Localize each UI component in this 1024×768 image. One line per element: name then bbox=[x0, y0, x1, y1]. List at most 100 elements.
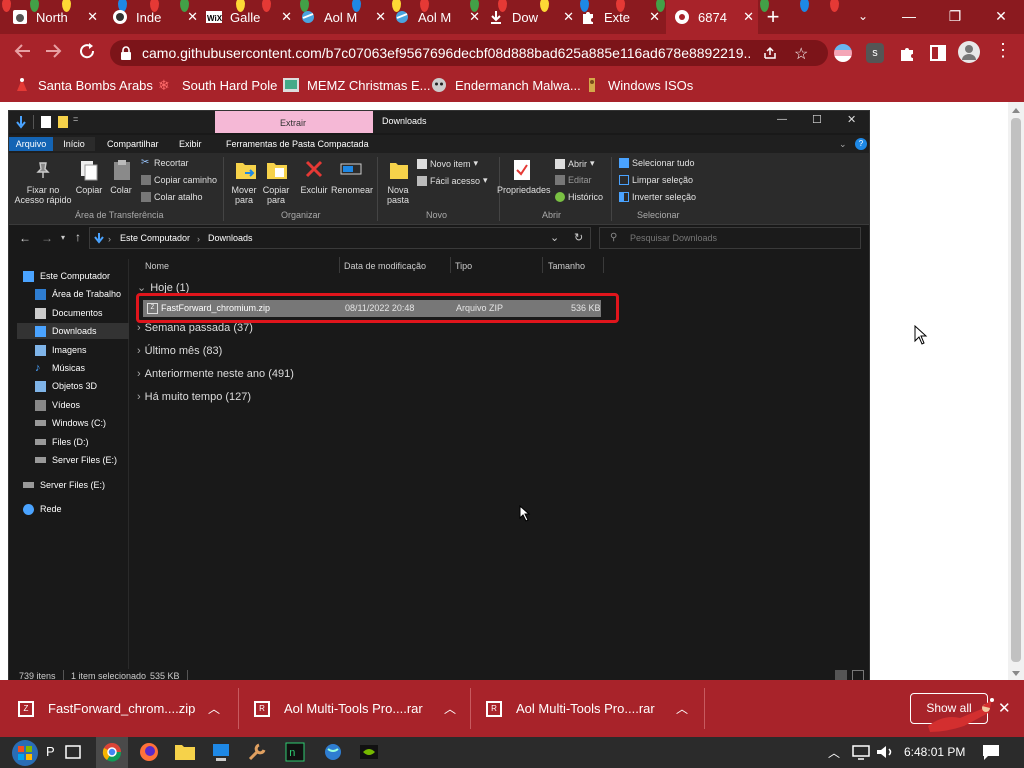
browser-tab[interactable]: Aol M ✕ bbox=[394, 0, 484, 34]
address-bar[interactable]: camo.githubusercontent.com/b7c07063ef956… bbox=[110, 40, 828, 66]
terminal-icon[interactable]: n bbox=[284, 741, 306, 763]
cut-button[interactable]: ✂ Recortar bbox=[141, 158, 189, 169]
tab-close-icon[interactable]: ✕ bbox=[469, 9, 480, 25]
side-panel-icon[interactable] bbox=[930, 45, 946, 61]
breadcrumb-item[interactable]: Downloads bbox=[208, 233, 253, 243]
nav-downloads[interactable]: Downloads bbox=[17, 323, 129, 339]
volume-icon[interactable] bbox=[874, 741, 896, 763]
explorer-minimize-button[interactable]: — bbox=[777, 114, 787, 125]
profile-avatar-icon[interactable] bbox=[958, 41, 980, 63]
scrollbar-thumb[interactable] bbox=[1011, 118, 1021, 662]
easy-access-button[interactable]: Fácil acesso ▾ bbox=[417, 175, 488, 186]
column-date[interactable]: Data de modificação bbox=[344, 261, 426, 271]
nav-forward-icon[interactable]: → bbox=[41, 231, 53, 245]
new-folder-button[interactable]: Nova pasta bbox=[383, 185, 413, 205]
file-explorer-icon[interactable] bbox=[174, 741, 196, 763]
open-button[interactable]: Abrir ▾ bbox=[555, 158, 595, 169]
nav-drive-d[interactable]: Files (D:) bbox=[35, 434, 89, 450]
tools-wrench-icon[interactable] bbox=[246, 741, 268, 763]
properties-check-icon[interactable] bbox=[41, 116, 51, 128]
download-chevron-up-icon[interactable]: ︿ bbox=[676, 700, 688, 717]
page-scrollbar[interactable] bbox=[1008, 102, 1024, 680]
nav-drive-c[interactable]: Windows (C:) bbox=[35, 415, 106, 431]
nav-drive-e[interactable]: Server Files (E:) bbox=[35, 452, 117, 468]
network-tray-icon[interactable] bbox=[850, 741, 872, 763]
download-item[interactable]: Z FastForward_chrom....zip ︿ bbox=[18, 680, 230, 737]
explorer-close-button[interactable]: ✕ bbox=[847, 113, 856, 126]
quick-access-customize-icon[interactable]: = bbox=[73, 114, 78, 124]
back-button[interactable] bbox=[12, 40, 34, 62]
tab-close-icon[interactable]: ✕ bbox=[87, 9, 98, 25]
move-to-button[interactable]: Mover para bbox=[227, 185, 261, 205]
bookmark-item[interactable]: Windows ISOs bbox=[584, 77, 693, 93]
select-none-button[interactable]: Limpar seleção bbox=[619, 175, 693, 185]
browser-tab[interactable]: Aol M ✕ bbox=[300, 0, 390, 34]
extension-s-icon[interactable]: s bbox=[866, 43, 884, 63]
search-letter-p[interactable]: P bbox=[46, 744, 55, 759]
browser-tab-active[interactable]: 6874 ✕ bbox=[666, 0, 758, 34]
new-folder-icon[interactable] bbox=[58, 116, 68, 128]
nav-back-icon[interactable]: ← bbox=[19, 231, 31, 245]
help-icon[interactable]: ? bbox=[855, 138, 867, 150]
search-box[interactable]: ⚲ Pesquisar Downloads bbox=[599, 227, 861, 249]
reload-button[interactable] bbox=[76, 40, 98, 62]
window-close-button[interactable]: ✕ bbox=[978, 0, 1024, 32]
group-header[interactable]: › Semana passada (37) bbox=[137, 322, 253, 334]
bookmark-item[interactable]: Santa Bombs Arabs bbox=[14, 77, 153, 93]
extensions-puzzle-icon[interactable] bbox=[898, 44, 916, 62]
browser-tab[interactable]: WiX Galle ✕ bbox=[206, 0, 296, 34]
rename-button[interactable]: Renomear bbox=[331, 185, 373, 195]
browser-tab[interactable]: Exte ✕ bbox=[580, 0, 664, 34]
address-breadcrumb[interactable]: › Este Computador › Downloads ⌄ ↻ bbox=[89, 227, 591, 249]
bookmark-star-icon[interactable]: ☆ bbox=[794, 44, 808, 64]
column-type[interactable]: Tipo bbox=[455, 261, 472, 271]
bookmark-item[interactable]: MEMZ Christmas E... bbox=[283, 77, 431, 93]
chrome-icon[interactable] bbox=[101, 741, 123, 763]
nav-documents[interactable]: Documentos bbox=[35, 305, 103, 321]
minimize-button[interactable]: — bbox=[886, 0, 932, 32]
paste-button[interactable]: Colar bbox=[107, 185, 135, 195]
tab-close-icon[interactable]: ✕ bbox=[375, 9, 386, 25]
paste-shortcut-button[interactable]: Colar atalho bbox=[141, 192, 203, 202]
nvidia-icon[interactable] bbox=[358, 741, 380, 763]
restore-button[interactable]: ❐ bbox=[932, 0, 978, 32]
column-name[interactable]: Nome bbox=[145, 261, 169, 271]
bookmark-item[interactable]: ❄ South Hard Pole bbox=[158, 77, 277, 93]
task-view-icon[interactable] bbox=[62, 741, 84, 763]
globe-app-icon[interactable] bbox=[322, 741, 344, 763]
download-chevron-up-icon[interactable]: ︿ bbox=[208, 700, 220, 717]
tab-arquivo[interactable]: Arquivo bbox=[9, 137, 53, 151]
history-button[interactable]: Histórico bbox=[555, 192, 603, 202]
firefox-icon[interactable] bbox=[138, 741, 160, 763]
delete-button[interactable]: Excluir bbox=[296, 185, 332, 195]
download-item[interactable]: R Aol Multi-Tools Pro....rar ︿ bbox=[254, 680, 466, 737]
tray-expand-chevron-icon[interactable]: ︿ bbox=[828, 744, 840, 761]
tab-close-icon[interactable]: ✕ bbox=[187, 9, 198, 25]
nav-network[interactable]: Rede bbox=[23, 501, 62, 517]
new-tab-button[interactable]: + bbox=[762, 6, 784, 28]
start-button[interactable] bbox=[8, 738, 42, 768]
pin-quick-access-button[interactable]: Fixar no Acesso rápido bbox=[13, 185, 73, 205]
tab-close-icon[interactable]: ✕ bbox=[743, 9, 754, 25]
recent-locations-chevron-icon[interactable]: ▾ bbox=[61, 233, 65, 242]
share-icon[interactable] bbox=[762, 45, 778, 61]
nav-3d-objects[interactable]: Objetos 3D bbox=[35, 378, 97, 394]
column-size[interactable]: Tamanho bbox=[548, 261, 585, 271]
tab-close-icon[interactable]: ✕ bbox=[649, 9, 660, 25]
lock-icon[interactable] bbox=[120, 46, 132, 60]
browser-tab[interactable]: North ✕ bbox=[12, 0, 102, 34]
group-header[interactable]: › Anteriormente neste ano (491) bbox=[137, 368, 294, 380]
nav-desktop[interactable]: Área de Trabalho bbox=[35, 286, 121, 302]
explorer-maximize-button[interactable]: ☐ bbox=[812, 113, 822, 126]
quick-access-down-icon[interactable] bbox=[15, 115, 27, 129]
download-chevron-up-icon[interactable]: ︿ bbox=[444, 700, 456, 717]
nav-server-files[interactable]: Server Files (E:) bbox=[23, 477, 105, 493]
shelf-close-icon[interactable]: ✕ bbox=[998, 699, 1011, 717]
download-item[interactable]: R Aol Multi-Tools Pro....rar ︿ bbox=[486, 680, 698, 737]
group-header[interactable]: › Há muito tempo (127) bbox=[137, 391, 251, 403]
network-monitor-icon[interactable] bbox=[210, 741, 232, 763]
invert-selection-button[interactable]: Inverter seleção bbox=[619, 192, 696, 202]
group-header[interactable]: › Último mês (83) bbox=[137, 345, 222, 357]
clock[interactable]: 6:48:01 PM bbox=[904, 745, 965, 759]
bookmark-item[interactable]: Endermanch Malwa... bbox=[431, 77, 581, 93]
